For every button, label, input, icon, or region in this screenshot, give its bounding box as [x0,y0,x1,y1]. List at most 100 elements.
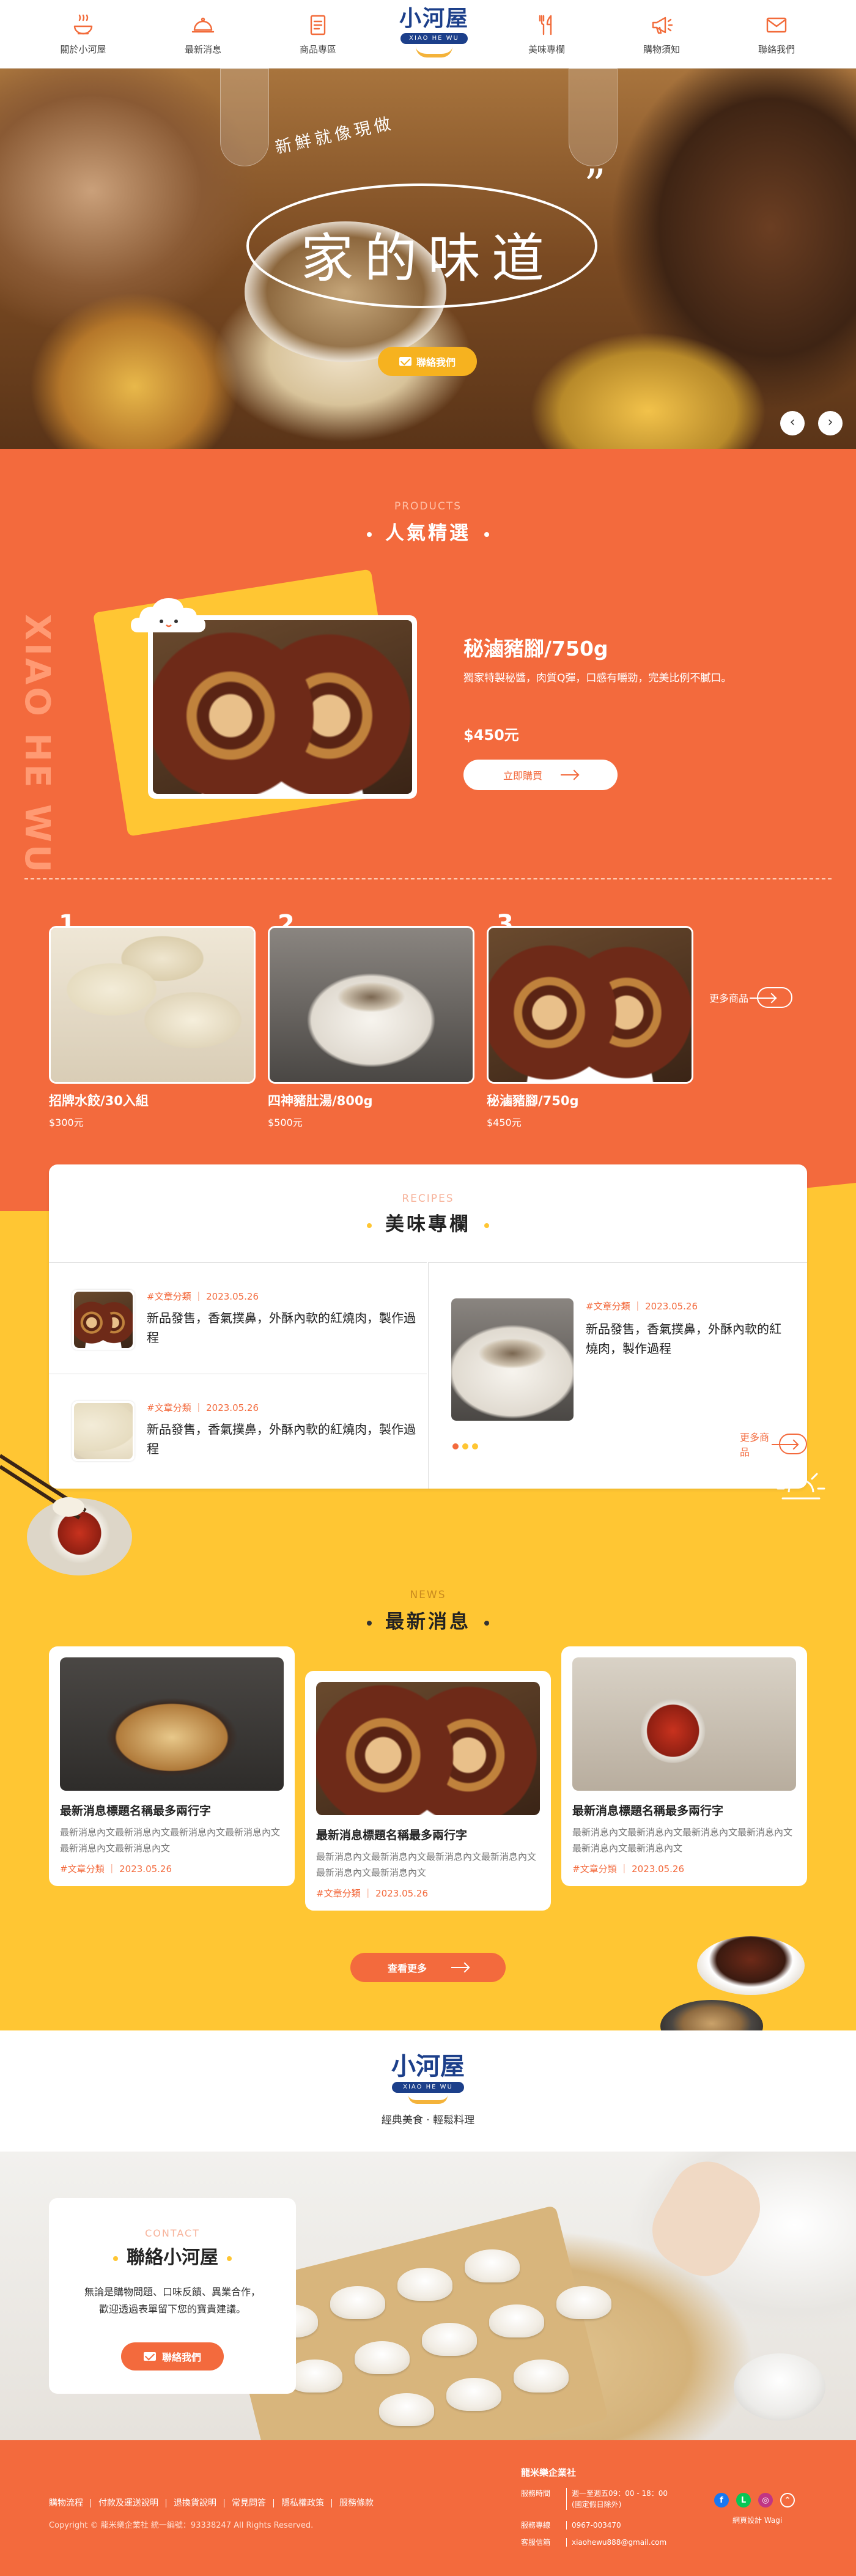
product-price: $450元 [487,1117,522,1128]
pagination-dot-active[interactable] [452,1443,459,1449]
news-tag[interactable]: #文章分類 [572,1864,617,1875]
dipping-bowl-image [734,2353,825,2421]
site-footer: 購物流程 付款及運送說明 退換貨說明 常見問答 隱私權政策 服務條款 Copyr… [0,2440,856,2576]
more-recipes-link[interactable]: 更多商品 [740,1429,807,1459]
footer-logo[interactable]: 小河屋 XIAO HE WU [384,2052,472,2104]
hero-contact-button[interactable]: 聯絡我們 [378,347,477,376]
logo-bowl-icon [416,46,452,57]
wine-glass-image [569,68,618,166]
title-dot [367,531,372,537]
design-credit[interactable]: 網頁設計 Wagi [732,2515,782,2525]
footer-link[interactable]: 常見問答 [224,2499,274,2508]
company-name: 龍米樂企業社 [521,2467,577,2478]
logo-bowl-icon [408,2095,448,2104]
footer-link[interactable]: 購物流程 [49,2499,91,2508]
view-more-button[interactable]: 查看更多 [350,1953,506,1982]
products-section: PRODUCTS 人氣精選 XIAO HE WU 秘滷豬腳/750g 獨家特製秘… [0,449,856,1211]
contact-us-button[interactable]: 聯絡我們 [121,2342,224,2371]
arrow-right-icon [451,1967,468,1968]
nav-label: 商品專區 [299,44,336,55]
pork-knuckle-image [74,1292,133,1348]
footer-link[interactable]: 付款及運送說明 [91,2499,166,2508]
contact-title: 聯絡小河屋 [49,2242,296,2269]
nav-recipes[interactable]: 美味專欄 [510,11,583,56]
hours-line: 週一至週五09：00 - 18：00 [572,2489,668,2498]
back-to-top-icon[interactable]: ⌃ [780,2493,795,2508]
recipe-title: 新品發售，香氣撲鼻，外酥內軟的紅燒肉，製作過程 [586,1322,781,1356]
buy-now-button[interactable]: 立即購買 [463,760,618,790]
product-card[interactable]: 3 秘滷豬腳/750g $450元 [487,910,693,1129]
pagination-dot[interactable] [462,1443,468,1449]
nav-about[interactable]: 關於小河屋 [46,11,120,56]
product-card[interactable]: 1 招牌水餃/30入組 $300元 [49,910,256,1129]
recipe-meta: #文章分類 ｜ 2023.05.26 [147,1402,259,1413]
service-phone: 服務專線 0967-003470 [521,2520,621,2530]
nav-contact[interactable]: 聯絡我們 [740,11,813,56]
products-en-title: PRODUCTS [394,500,462,513]
slider-prev-button[interactable]: ‹ [780,411,805,435]
nav-label: 美味專欄 [528,44,565,55]
product-name: 秘滷豬腳/750g [487,1094,579,1108]
dumpling-image [74,1403,133,1459]
phone-value[interactable]: 0967-003470 [566,2521,621,2530]
email-value[interactable]: xiaohewu888@gmail.com [566,2538,667,2547]
mail-icon [143,2352,156,2361]
recipe-item[interactable]: #文章分類 ｜ 2023.05.26 新品發售，香氣撲鼻，外酥內軟的紅燒肉，製作… [49,1374,427,1485]
quote-mark-icon: ” [584,160,606,210]
recipe-feature[interactable]: #文章分類 ｜ 2023.05.26 新品發售，香氣撲鼻，外酥內軟的紅燒肉，製作… [428,1262,807,1489]
line-icon[interactable]: L [736,2493,751,2508]
products-title: 人氣精選 [0,517,856,545]
recipe-tag[interactable]: #文章分類 [147,1402,191,1413]
news-card[interactable]: 最新消息標題名稱最多兩行字 最新消息內文最新消息內文最新消息內文最新消息內文最新… [305,1671,551,1911]
brand-band: 小河屋 XIAO HE WU 經典美食 · 輕鬆料理 [0,2030,856,2152]
arrow-right-icon [561,774,578,775]
footer-links: 購物流程 付款及運送說明 退換貨說明 常見問答 隱私權政策 服務條款 [49,2499,381,2508]
recipe-item[interactable]: #文章分類 ｜ 2023.05.26 新品發售，香氣撲鼻，外酥內軟的紅燒肉，製作… [49,1262,427,1374]
news-tag[interactable]: #文章分類 [60,1864,105,1875]
more-recipes-label: 更多商品 [740,1432,770,1458]
product-image [487,926,693,1084]
news-card-title: 最新消息標題名稱最多兩行字 [572,1804,724,1818]
buy-now-label: 立即購買 [503,770,542,782]
recipes-title-text: 美味專欄 [385,1213,471,1235]
product-image [268,926,474,1084]
nav-label: 最新消息 [184,44,221,55]
recipe-tag[interactable]: #文章分類 [147,1291,191,1302]
news-card-title: 最新消息標題名稱最多兩行字 [60,1804,212,1818]
dumpling-image [379,2393,434,2426]
facebook-icon[interactable]: f [714,2493,729,2508]
product-card[interactable]: 2 四神豬肚湯/800g $500元 [268,910,474,1129]
site-logo[interactable]: 小河屋 XIAO HE WU [396,5,472,64]
recipe-thumbnail [72,1401,135,1461]
footer-link[interactable]: 隱私權政策 [274,2499,332,2508]
product-price: $500元 [268,1117,303,1128]
footer-link[interactable]: 服務條款 [332,2499,381,2508]
more-products-link[interactable]: 更多商品 [709,987,793,1008]
footer-link[interactable]: 退換貨說明 [166,2499,224,2508]
nav-news[interactable]: 最新消息 [166,11,240,56]
featured-product-image[interactable] [148,615,417,799]
dumpling-image [51,928,254,1082]
title-dot [484,1620,489,1626]
nav-shopping-info[interactable]: 購物須知 [625,11,698,56]
news-tag[interactable]: #文章分類 [316,1888,361,1899]
title-dot [367,1223,372,1228]
dumpling-image [330,2286,385,2319]
news-card[interactable]: 最新消息標題名稱最多兩行字 最新消息內文最新消息內文最新消息內文最新消息內文最新… [561,1646,807,1886]
product-price: $300元 [49,1117,84,1128]
news-card-desc: 最新消息內文最新消息內文最新消息內文最新消息內文最新消息內文最新消息內文 [60,1827,281,1854]
contact-desc-line: 歡迎透過表單留下您的寶貴建議。 [98,2303,246,2315]
news-image [572,1657,796,1791]
social-links: f L ◎ ⌃ [714,2493,802,2508]
news-image [316,1682,540,1815]
news-card[interactable]: 最新消息標題名稱最多兩行字 最新消息內文最新消息內文最新消息內文最新消息內文最新… [49,1646,295,1886]
products-title-text: 人氣精選 [385,522,471,544]
slider-next-button[interactable]: › [818,411,843,435]
nav-products[interactable]: 商品專區 [281,11,355,56]
copyright: Copyright © 龍米樂企業社 統一編號：93338247 All Rig… [49,2521,314,2530]
instagram-icon[interactable]: ◎ [758,2493,773,2508]
pagination-dot[interactable] [472,1443,478,1449]
hero-subtitle: 新鮮就像現做 [273,114,396,158]
recipe-tag[interactable]: #文章分類 [586,1301,630,1312]
news-card-desc: 最新消息內文最新消息內文最新消息內文最新消息內文最新消息內文最新消息內文 [572,1827,793,1854]
